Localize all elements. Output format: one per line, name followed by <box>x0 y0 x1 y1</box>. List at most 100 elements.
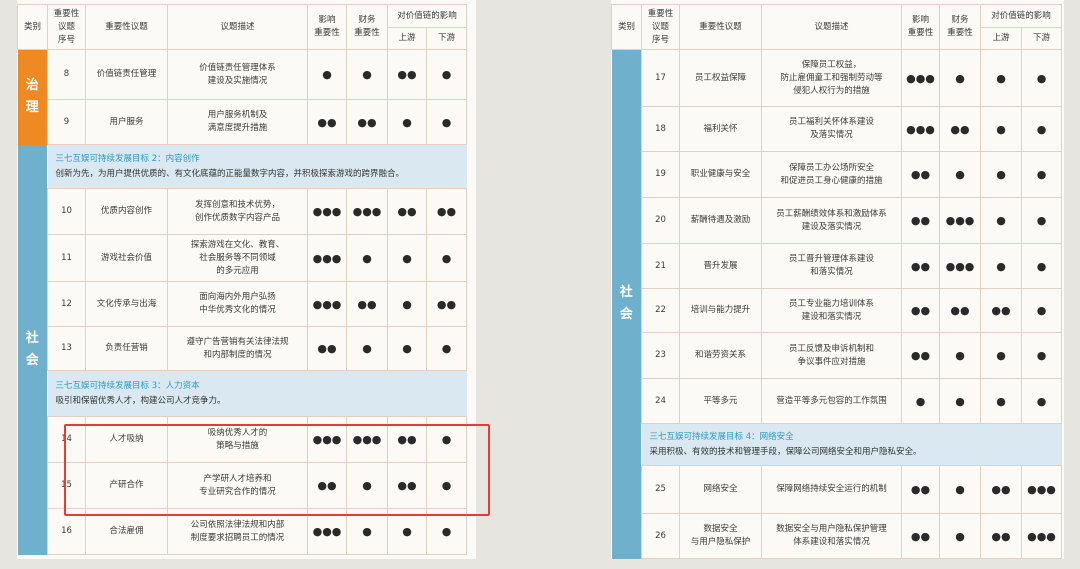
topic-number: 22 <box>641 288 680 333</box>
table-row: 23 和谐劳资关系 员工反馈及申诉机制和 争议事件应对措施 ●● ● ● ● <box>612 332 1062 379</box>
header-impact-line: 影响 <box>318 15 336 25</box>
table-row: 治理 8 价值链责任管理 价值链责任管理体系 建设及实施情况 ● ● ●● ● <box>17 49 467 145</box>
header-financial-line: 重要性 <box>354 28 380 38</box>
topic-description-line: 员工反馈及申诉机制和 <box>788 343 874 354</box>
downstream-rating: ●●● <box>1021 513 1062 559</box>
header-impact-line: 重要性 <box>907 28 934 38</box>
header-seq-line: 议题 <box>651 21 669 32</box>
topic-description-line: 保障网络持续安全运行的机制 <box>776 484 887 494</box>
header-financial-line: 重要性 <box>947 28 973 38</box>
upstream-rating: ● <box>980 106 1022 152</box>
topic-description-line: 和促进员工身心健康的措施 <box>780 175 883 186</box>
financial-rating: ●●● <box>939 243 981 289</box>
topic-number: 12 <box>47 281 86 327</box>
header-seq-line: 序号 <box>57 34 75 45</box>
topic-description: 保障员工办公场所安全 和促进员工身心健康的措施 <box>761 151 902 198</box>
topic-description-line: 面向海内外用户弘扬 <box>199 292 276 302</box>
financial-rating: ● <box>939 465 981 514</box>
highlight-box <box>64 424 490 516</box>
topic-description: 营造平等多元包容的工作氛围 <box>761 378 902 424</box>
upstream-rating: ●● <box>387 49 427 100</box>
impact-rating: ●●● <box>307 188 347 235</box>
downstream-rating: ● <box>1021 151 1062 198</box>
left-page: 类别 重要性 议题 序号 重要性议题 议题描述 影响 重要性 财务 重要性 对价值链的影响 上游 下游 … <box>17 0 490 559</box>
category-governance: 治理 <box>17 49 48 145</box>
financial-rating: ● <box>346 49 388 100</box>
topic-description-line: 用户服务机制及 <box>207 110 268 120</box>
downstream-rating: ●● <box>426 188 467 235</box>
topic-number: 8 <box>47 49 86 100</box>
goal-description: 创新为先，为用户提供优质的、有文化底蕴的正能量数字内容，并积极探索游戏的跨界融合… <box>55 168 405 179</box>
topic-description-line: 员工薪酬绩效体系和激励体系 <box>776 208 887 219</box>
impact-rating: ●● <box>307 99 347 145</box>
topic-name: 平等多元 <box>679 378 762 424</box>
financial-rating: ● <box>939 332 981 379</box>
topic-description-line: 保障员工权益， <box>801 59 862 70</box>
topic-number: 10 <box>47 188 86 235</box>
header-valuechain: 对价值链的影响 <box>387 4 467 28</box>
topic-description: 发挥创意和技术优势， 创作优质数字内容产品 <box>167 188 308 235</box>
topic-description-line: 满意度提升措施 <box>207 123 268 133</box>
topic-name-line: 员工权益保障 <box>694 72 746 83</box>
impact-rating: ●● <box>901 465 940 514</box>
topic-name: 用户服务 <box>85 99 168 145</box>
topic-name-line: 优质内容创作 <box>100 206 152 216</box>
table-row: 18 福利关怀 员工福利关怀体系建设 及落实情况 ●●● ●● ● ● <box>612 106 1062 152</box>
topic-name-line: 与用户隐私保护 <box>690 537 751 547</box>
topic-name-line: 培训与能力提升 <box>690 305 751 315</box>
topic-number: 18 <box>641 106 680 152</box>
upstream-rating: ● <box>387 326 427 371</box>
topic-name: 培训与能力提升 <box>679 288 762 333</box>
header-financial-line: 财务 <box>951 15 969 25</box>
downstream-rating: ●●● <box>1021 465 1062 514</box>
topic-description-line: 保障员工办公场所安全 <box>788 162 874 173</box>
header-desc: 议题描述 <box>167 4 308 50</box>
upstream-rating: ●● <box>980 465 1022 514</box>
topic-description-line: 数据安全与用户隐私保护管理 <box>776 524 887 534</box>
topic-description-line: 体系建设和落实情况 <box>793 537 870 547</box>
financial-rating: ●● <box>939 106 981 152</box>
topic-description-line: 和落实情况 <box>810 267 853 277</box>
category-social: 社会 <box>17 144 48 555</box>
topic-name: 晋升发展 <box>679 243 762 289</box>
goal-title: 三七互娱可持续发展目标 3：人力资本 <box>55 380 200 391</box>
category-char: 理 <box>25 100 39 116</box>
downstream-rating: ● <box>1021 378 1062 424</box>
goal-row: 三七互娱可持续发展目标 3：人力资本 吸引和保留优秀人才，构建公司人才竞争力。 <box>18 370 467 417</box>
downstream-rating: ● <box>1021 288 1062 333</box>
financial-rating: ● <box>939 378 981 424</box>
downstream-rating: ● <box>1021 49 1062 107</box>
topic-name-line: 网络安全 <box>703 484 738 494</box>
topic-description: 员工专业能力培训体系 建设和落实情况 <box>761 288 902 333</box>
upstream-rating: ● <box>980 151 1022 198</box>
header-topic: 重要性议题 <box>85 4 168 50</box>
impact-rating: ●● <box>307 326 347 371</box>
header-seq: 重要性 议题 序号 <box>47 4 86 50</box>
topic-description-line: 防止雇佣童工和强制劳动等 <box>780 72 883 83</box>
topic-description-line: 中华优秀文化的情况 <box>199 305 276 315</box>
header-desc: 议题描述 <box>761 4 902 50</box>
header-financial-line: 财务 <box>358 15 376 25</box>
downstream-rating: ● <box>1021 106 1062 152</box>
topic-name-line: 合法雇佣 <box>109 526 144 536</box>
topic-number: 21 <box>641 243 680 289</box>
table-row: 24 平等多元 营造平等多元包容的工作氛围 ● ● ● ● <box>612 378 1062 424</box>
topic-name: 文化传承与出海 <box>85 281 168 327</box>
topic-description-line: 员工晋升管理体系建设 <box>788 254 874 264</box>
upstream-rating: ●● <box>387 188 427 235</box>
topic-name: 价值链责任管理 <box>85 49 168 100</box>
topic-name-line: 平等多元 <box>703 395 738 406</box>
header-financial: 财务 重要性 <box>939 4 981 50</box>
topic-number: 19 <box>641 151 680 198</box>
header-impact: 影响 重要性 <box>307 4 347 50</box>
financial-rating: ●● <box>346 99 388 145</box>
upstream-rating: ●● <box>980 513 1022 559</box>
impact-rating: ●●● <box>307 234 347 282</box>
impact-rating: ●● <box>901 243 940 289</box>
topic-name: 数据安全 与用户隐私保护 <box>679 513 762 559</box>
downstream-rating: ● <box>426 49 467 100</box>
financial-rating: ● <box>346 326 388 371</box>
topic-name-line: 文化传承与出海 <box>96 298 157 309</box>
materiality-table-right: 类别 重要性 议题 序号 重要性议题 议题描述 影响 重要性 财务 重要性 对价值链的影响 上游 下游 … <box>611 4 1062 559</box>
header-topic: 重要性议题 <box>679 4 762 50</box>
